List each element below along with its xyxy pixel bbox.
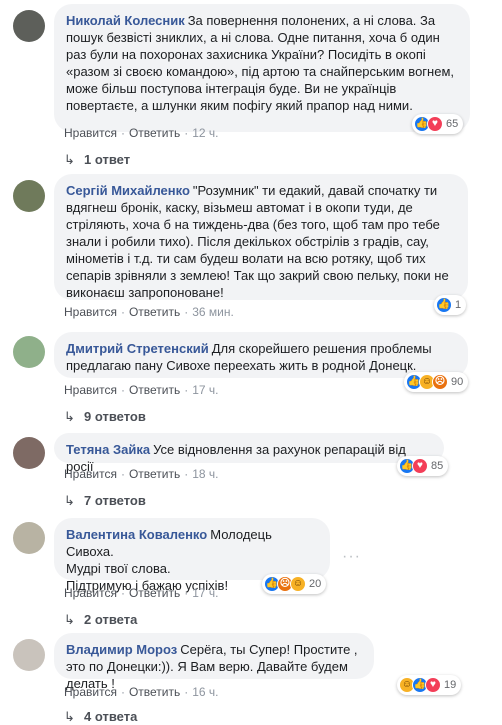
comment-actions: Нравится · Ответить · 36 мин. xyxy=(64,305,234,319)
comment-bubble: Владимир Мороз Серёга, ты Супер! Простите… xyxy=(54,633,374,691)
comment-text: "Розумник" ти едакий, давай спочатку ти … xyxy=(66,183,453,300)
comment-time[interactable]: 17 ч. xyxy=(192,383,218,397)
reply-arrow-icon: ↳ xyxy=(64,709,75,724)
reply-arrow-icon: ↳ xyxy=(64,152,75,167)
view-replies-link[interactable]: ↳ 7 ответов xyxy=(64,493,146,509)
view-replies-link[interactable]: ↳ 1 ответ xyxy=(64,152,130,168)
comment-actions: Нравится · Ответить · 17 ч. xyxy=(64,586,219,600)
comment-bubble: Тетяна Зайка Усе відновлення за рахунок р… xyxy=(54,433,444,474)
replies-count[interactable]: 4 ответа xyxy=(84,709,137,724)
comment-author[interactable]: Валентина Коваленко xyxy=(66,527,207,542)
reply-button[interactable]: Ответить xyxy=(129,383,180,397)
comment-bubble: Сергій Михайленко "Розумник" ти едакий, д… xyxy=(54,174,468,300)
reply-button[interactable]: Ответить xyxy=(129,467,180,481)
reply-button[interactable]: Ответить xyxy=(129,685,180,699)
avatar[interactable] xyxy=(13,180,45,212)
comment-time[interactable]: 16 ч. xyxy=(192,685,218,699)
reply-arrow-icon: ↳ xyxy=(64,612,75,627)
comment-actions: Нравится · Ответить · 18 ч. xyxy=(64,467,219,481)
comment-text: За повернення полонених, а ні слова. За … xyxy=(66,13,458,113)
comment-time[interactable]: 17 ч. xyxy=(192,586,218,600)
comment-actions: Нравится · Ответить · 12 ч. xyxy=(64,126,219,140)
reactions-summary[interactable]: 👍 ☺ ☹ 90 xyxy=(404,372,469,392)
comment-author[interactable]: Владимир Мороз xyxy=(66,642,177,657)
comment-time[interactable]: 36 мин. xyxy=(192,305,234,319)
avatar[interactable] xyxy=(13,336,45,368)
comment-actions: Нравится · Ответить · 16 ч. xyxy=(64,685,219,699)
avatar[interactable] xyxy=(13,522,45,554)
comment-time[interactable]: 18 ч. xyxy=(192,467,218,481)
reactions-count: 85 xyxy=(431,460,444,472)
more-options-icon[interactable]: ··· xyxy=(342,548,361,566)
reactions-count: 90 xyxy=(451,376,464,388)
reactions-count: 1 xyxy=(455,299,462,311)
reactions-count: 65 xyxy=(446,118,459,130)
reactions-summary[interactable]: 👍 ♥ 85 xyxy=(397,456,449,476)
reply-button[interactable]: Ответить xyxy=(129,126,180,140)
comment-actions: Нравится · Ответить · 17 ч. xyxy=(64,383,219,397)
comment-author[interactable]: Николай Колесник xyxy=(66,13,185,28)
like-button[interactable]: Нравится xyxy=(64,126,117,140)
reactions-count: 20 xyxy=(309,578,322,590)
reply-button[interactable]: Ответить xyxy=(129,586,180,600)
comment-bubble: Дмитрий Стретенский Для скорейшего решени… xyxy=(54,332,468,378)
angry-icon: ☹ xyxy=(432,374,448,390)
replies-count[interactable]: 1 ответ xyxy=(84,152,130,167)
comment-author[interactable]: Дмитрий Стретенский xyxy=(66,341,209,356)
comment-author[interactable]: Сергій Михайленко xyxy=(66,183,190,198)
love-icon: ♥ xyxy=(412,458,428,474)
reply-arrow-icon: ↳ xyxy=(64,409,75,424)
like-button[interactable]: Нравится xyxy=(64,467,117,481)
like-button[interactable]: Нравится xyxy=(64,383,117,397)
like-button[interactable]: Нравится xyxy=(64,586,117,600)
comment-author[interactable]: Тетяна Зайка xyxy=(66,442,150,457)
like-icon: 👍 xyxy=(436,297,452,313)
love-icon: ♥ xyxy=(427,116,443,132)
avatar[interactable] xyxy=(13,639,45,671)
avatar[interactable] xyxy=(13,10,45,42)
like-button[interactable]: Нравится xyxy=(64,305,117,319)
reactions-count: 19 xyxy=(444,679,457,691)
view-replies-link[interactable]: ↳ 2 ответа xyxy=(64,612,137,628)
comment-bubble: Валентина Коваленко Молодець Сивоха. Мудр… xyxy=(54,518,330,593)
view-replies-link[interactable]: ↳ 4 ответа xyxy=(64,709,137,725)
reactions-summary[interactable]: 👍 ☹ ☺ 20 xyxy=(262,574,327,594)
reactions-summary[interactable]: 👍 ♥ 65 xyxy=(412,114,464,134)
like-button[interactable]: Нравится xyxy=(64,685,117,699)
haha-icon: ☺ xyxy=(290,576,306,592)
avatar[interactable] xyxy=(13,437,45,469)
reply-button[interactable]: Ответить xyxy=(129,305,180,319)
reactions-summary[interactable]: ☺ 👍 ♥ 19 xyxy=(397,675,462,695)
replies-count[interactable]: 9 ответов xyxy=(84,409,146,424)
love-icon: ♥ xyxy=(425,677,441,693)
replies-count[interactable]: 2 ответа xyxy=(84,612,137,627)
reactions-summary[interactable]: 👍 1 xyxy=(434,295,467,315)
comment-time[interactable]: 12 ч. xyxy=(192,126,218,140)
comment-bubble: Николай Колесник За повернення полонених,… xyxy=(54,4,470,132)
view-replies-link[interactable]: ↳ 9 ответов xyxy=(64,409,146,425)
reply-arrow-icon: ↳ xyxy=(64,493,75,508)
replies-count[interactable]: 7 ответов xyxy=(84,493,146,508)
